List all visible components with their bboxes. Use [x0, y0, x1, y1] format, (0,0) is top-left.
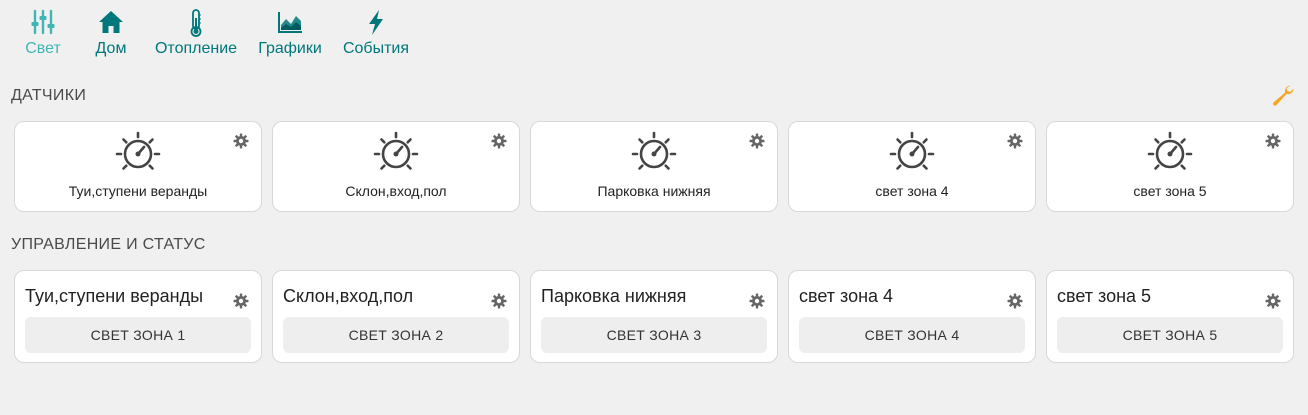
nav-label: Дом — [95, 40, 127, 57]
sensor-name: свет зона 4 — [875, 183, 949, 199]
control-card: свет зона 4 СВЕТ ЗОНА 4 — [788, 270, 1036, 363]
section-title-controls: УПРАВЛЕНИЕ И СТАТУС — [11, 236, 206, 253]
light-zone-button[interactable]: СВЕТ ЗОНА 1 — [25, 317, 251, 353]
sensor-name: Склон,вход,пол — [345, 183, 447, 199]
sensor-card[interactable]: свет зона 5 — [1046, 121, 1294, 212]
control-title: Склон,вход,пол — [283, 286, 414, 306]
lightning-icon — [342, 8, 410, 38]
control-card: Склон,вход,пол СВЕТ ЗОНА 2 — [272, 270, 520, 363]
sliders-icon — [24, 8, 62, 38]
nav-item-otoplenie[interactable]: Отопление — [154, 8, 238, 58]
nav-label: Отопление — [154, 40, 238, 57]
sensor-name: Туи,ступени веранды — [68, 183, 208, 199]
sensor-name: свет зона 5 — [1133, 183, 1207, 199]
light-zone-button[interactable]: СВЕТ ЗОНА 2 — [283, 317, 509, 353]
gauge-icon — [630, 130, 678, 174]
nav-label: Графики — [258, 40, 322, 57]
nav-item-sobytiya[interactable]: События — [342, 8, 410, 58]
gear-icon[interactable] — [491, 133, 507, 149]
gear-icon[interactable] — [1265, 133, 1281, 149]
control-title: Туи,ступени веранды — [25, 286, 204, 306]
light-zone-button[interactable]: СВЕТ ЗОНА 5 — [1057, 317, 1283, 353]
gear-icon[interactable] — [749, 293, 765, 309]
gear-icon[interactable] — [749, 133, 765, 149]
section-title-sensors: ДАТЧИКИ — [11, 87, 87, 104]
gear-icon[interactable] — [1265, 293, 1281, 309]
gear-icon[interactable] — [233, 293, 249, 309]
control-title: свет зона 4 — [799, 286, 894, 306]
sensor-card[interactable]: Парковка нижняя — [530, 121, 778, 212]
gauge-icon — [372, 130, 420, 174]
sensor-card[interactable]: Склон,вход,пол — [272, 121, 520, 212]
nav-item-dom[interactable]: Дом — [92, 8, 130, 58]
nav-item-grafiki[interactable]: Графики — [257, 8, 323, 58]
gear-icon[interactable] — [1007, 133, 1023, 149]
control-title: свет зона 5 — [1057, 286, 1152, 306]
home-icon — [92, 8, 130, 38]
gear-icon[interactable] — [233, 133, 249, 149]
control-card: Туи,ступени веранды СВЕТ ЗОНА 1 — [14, 270, 262, 363]
control-card: свет зона 5 СВЕТ ЗОНА 5 — [1046, 270, 1294, 363]
sensor-card[interactable]: Туи,ступени веранды — [14, 121, 262, 212]
gear-icon[interactable] — [491, 293, 507, 309]
wrench-icon[interactable] — [1270, 83, 1296, 107]
gear-icon[interactable] — [1007, 293, 1023, 309]
sensor-name: Парковка нижняя — [597, 183, 711, 199]
light-zone-button[interactable]: СВЕТ ЗОНА 4 — [799, 317, 1025, 353]
thermometer-icon — [154, 8, 238, 38]
nav-label: События — [342, 40, 410, 57]
sensor-card[interactable]: свет зона 4 — [788, 121, 1036, 212]
gauge-icon — [888, 130, 936, 174]
light-zone-button[interactable]: СВЕТ ЗОНА 3 — [541, 317, 767, 353]
nav-label: Свет — [25, 40, 61, 57]
control-card: Парковка нижняя СВЕТ ЗОНА 3 — [530, 270, 778, 363]
gauge-icon — [1146, 130, 1194, 174]
nav-item-svet[interactable]: Свет — [24, 8, 62, 58]
control-title: Парковка нижняя — [541, 286, 687, 306]
gauge-icon — [114, 130, 162, 174]
chart-icon — [257, 8, 323, 38]
